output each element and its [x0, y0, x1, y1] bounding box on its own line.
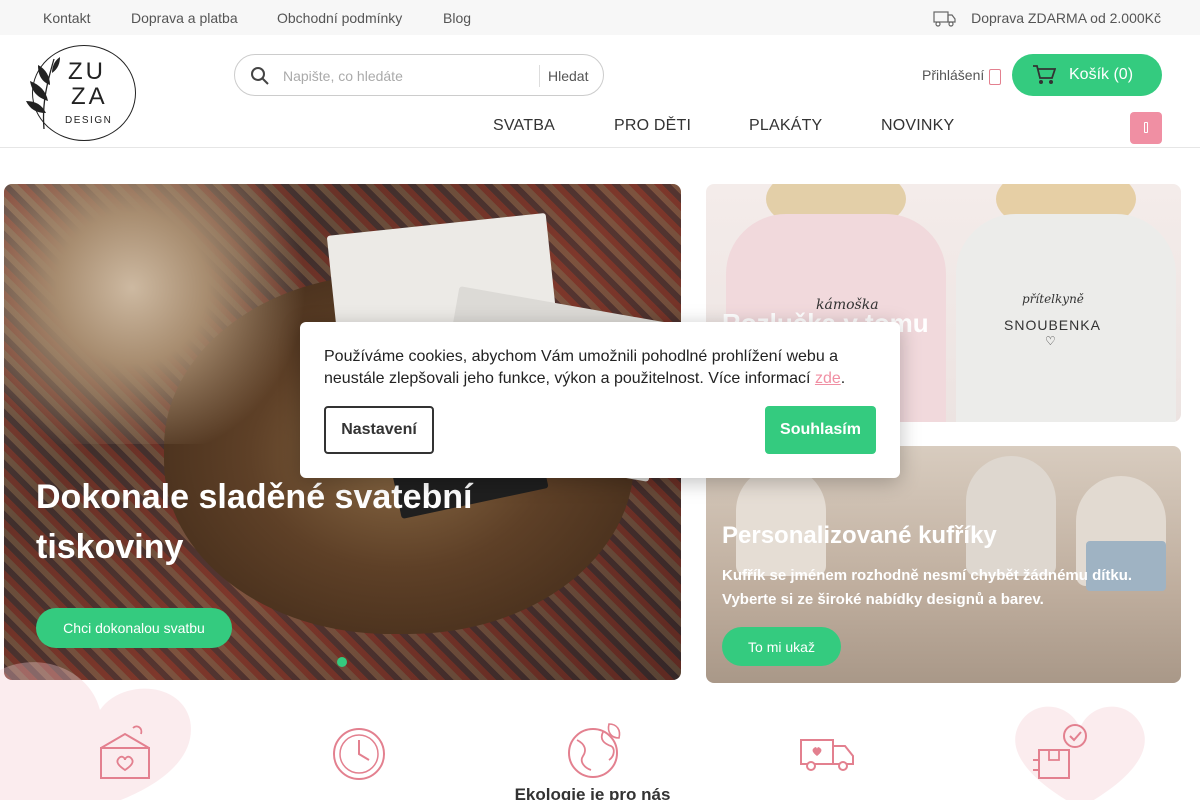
slider-dot[interactable] [337, 657, 347, 667]
top-link-shipping[interactable]: Doprava a platba [131, 10, 238, 26]
eco-globe-icon [568, 723, 621, 778]
menu-icon [1144, 122, 1148, 133]
logo-text-line2: ZA [71, 83, 108, 110]
photo-child [966, 456, 1056, 576]
top-bar: Kontakt Doprava a platba Obchodní podmín… [0, 0, 1200, 35]
hero-bottom-right-title: Personalizované kufříky [722, 522, 997, 549]
search-button[interactable]: Hledat [548, 68, 588, 84]
handmade-box-icon [100, 725, 150, 779]
top-link-contact[interactable]: Kontakt [43, 10, 90, 26]
top-link-blog[interactable]: Blog [443, 10, 471, 26]
cart-icon [1033, 65, 1056, 84]
feature-title-eco: Ekologie je pro nás [514, 785, 671, 800]
cookie-message: Používáme cookies, abychom Vám umožnili … [324, 346, 884, 390]
cookie-text-end: . [840, 370, 846, 387]
header: ZU ZA DESIGN Hledat Přihlášení Košík (0)… [0, 35, 1200, 148]
search-divider [539, 65, 540, 87]
truck-icon [933, 11, 956, 27]
login-icon[interactable] [989, 69, 1001, 85]
menu-toggle-button[interactable] [1130, 112, 1162, 144]
cart-label: Košík (0) [1069, 66, 1134, 83]
cookie-dialog: Používáme cookies, abychom Vám umožnili … [300, 322, 900, 478]
logo[interactable]: ZU ZA DESIGN [24, 45, 136, 141]
logo-text-line1: ZU [68, 58, 106, 85]
search-input[interactable] [283, 63, 533, 89]
hero-main-title: Dokonale sladěné svatební tiskoviny [36, 478, 473, 566]
cookie-accept-button[interactable]: Souhlasím [765, 406, 876, 454]
free-shipping-text: Doprava ZDARMA od 2.000Kč [971, 10, 1161, 26]
logo-text-line3: DESIGN [65, 115, 113, 126]
cart-button[interactable]: Košík (0) [1012, 54, 1162, 96]
photo-child [736, 466, 826, 576]
package-check-icon [1033, 724, 1087, 779]
hero-bottom-right-banner[interactable]: Personalizované kufříky Kufřík se jménem… [706, 446, 1181, 683]
shirt-print-text: SNOUBENKA [1004, 317, 1101, 333]
nav-item-posters[interactable]: PLAKÁTY [749, 117, 822, 135]
nav-item-kids[interactable]: PRO DĚTI [614, 117, 691, 135]
search-bar: Hledat [234, 54, 604, 96]
dried-flowers-image [4, 184, 324, 444]
hero-bottom-right-description: Kufřík se jménem rozhodně nesmí chybět ž… [722, 567, 1133, 608]
floral-branch-icon [26, 57, 60, 130]
top-link-terms[interactable]: Obchodní podmínky [277, 10, 402, 26]
clock-icon [333, 728, 385, 780]
login-link[interactable]: Přihlášení [922, 67, 984, 83]
search-icon [251, 67, 269, 85]
hero-bottom-right-button[interactable]: To mi ukaž [722, 627, 841, 666]
nav-item-new[interactable]: NOVINKY [881, 117, 954, 135]
nav-item-wedding[interactable]: SVATBA [493, 117, 555, 135]
cookie-text: Používáme cookies, abychom Vám umožnili … [324, 348, 839, 387]
cookie-more-link[interactable]: zde [815, 370, 841, 387]
shirt-print-heart: ♡ [1045, 334, 1056, 348]
delivery-truck-icon [800, 739, 854, 771]
hero-main-button[interactable]: Chci dokonalou svatbu [36, 608, 232, 648]
shirt-print-text: přítelkyně [1022, 292, 1084, 306]
cookie-settings-button[interactable]: Nastavení [324, 406, 434, 454]
